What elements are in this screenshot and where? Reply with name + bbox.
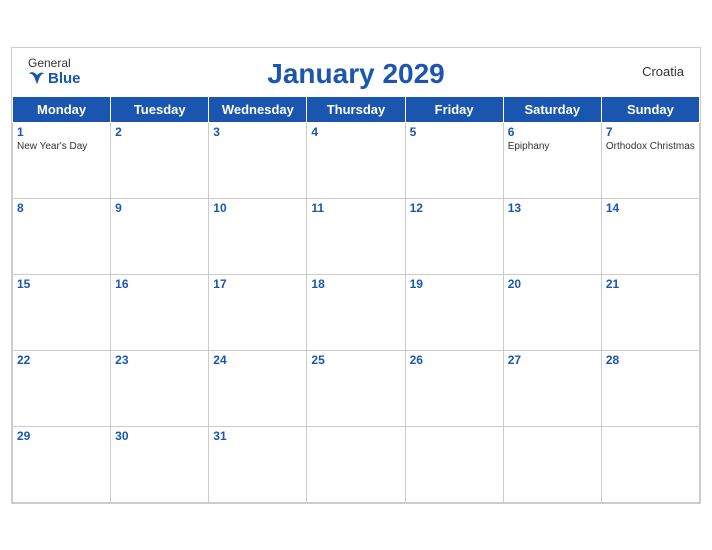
calendar-day-cell: 18: [307, 274, 405, 350]
calendar-week-row: 1 New Year's Day 23456 Epiphany 7 Orthodox Ch…: [13, 122, 700, 198]
day-number: 10: [213, 201, 302, 215]
weekday-header-sunday: Sunday: [601, 96, 699, 122]
calendar-day-cell: 19: [405, 274, 503, 350]
day-number: 2: [115, 125, 204, 139]
day-number: 5: [410, 125, 499, 139]
calendar-day-cell: 7 Orthodox Christmas: [601, 122, 699, 198]
calendar-header: General Blue January 2029 Croatia: [12, 48, 700, 96]
calendar-day-cell: 8: [13, 198, 111, 274]
day-number: 24: [213, 353, 302, 367]
weekday-header-friday: Friday: [405, 96, 503, 122]
day-number: 13: [508, 201, 597, 215]
day-number: 28: [606, 353, 695, 367]
day-number: 22: [17, 353, 106, 367]
weekday-header-tuesday: Tuesday: [111, 96, 209, 122]
calendar-day-cell: 21: [601, 274, 699, 350]
day-number: 19: [410, 277, 499, 291]
day-number: 9: [115, 201, 204, 215]
calendar-week-row: 89 10 11 12 13 14: [13, 198, 700, 274]
calendar-day-cell: 12: [405, 198, 503, 274]
calendar-day-cell: 3: [209, 122, 307, 198]
day-number: 6: [508, 125, 597, 139]
calendar-day-cell: 26: [405, 350, 503, 426]
day-number: 23: [115, 353, 204, 367]
day-number: 27: [508, 353, 597, 367]
calendar-day-cell: 10: [209, 198, 307, 274]
calendar-day-cell: 22: [13, 350, 111, 426]
day-number: 25: [311, 353, 400, 367]
calendar-day-cell: 31: [209, 426, 307, 502]
holiday-label: New Year's Day: [17, 141, 106, 153]
day-number: 1: [17, 125, 106, 139]
calendar-title: January 2029: [267, 58, 444, 90]
logo-bird-icon: [28, 71, 46, 85]
day-number: 17: [213, 277, 302, 291]
day-number: 3: [213, 125, 302, 139]
calendar-table: MondayTuesdayWednesdayThursdayFridaySatu…: [12, 96, 700, 503]
calendar-day-cell: 30: [111, 426, 209, 502]
holiday-label: Orthodox Christmas: [606, 141, 695, 153]
logo-general: General: [28, 56, 71, 70]
calendar-day-cell: [503, 426, 601, 502]
holiday-label: Epiphany: [508, 141, 597, 153]
weekday-header-monday: Monday: [13, 96, 111, 122]
calendar-day-cell: 11: [307, 198, 405, 274]
calendar-day-cell: 13: [503, 198, 601, 274]
day-number: 11: [311, 201, 400, 215]
calendar-day-cell: 15: [13, 274, 111, 350]
calendar-day-cell: 17: [209, 274, 307, 350]
day-number: 8: [17, 201, 106, 215]
calendar-day-cell: 24: [209, 350, 307, 426]
calendar-day-cell: 6 Epiphany: [503, 122, 601, 198]
day-number: 12: [410, 201, 499, 215]
day-number: 15: [17, 277, 106, 291]
day-number: 21: [606, 277, 695, 291]
logo-area: General Blue: [28, 56, 81, 87]
weekday-header-row: MondayTuesdayWednesdayThursdayFridaySatu…: [13, 96, 700, 122]
calendar-week-row: 29 30 31: [13, 426, 700, 502]
calendar-day-cell: [307, 426, 405, 502]
calendar-week-row: 15 16 17 18 19 20 21: [13, 274, 700, 350]
calendar-day-cell: 29: [13, 426, 111, 502]
weekday-header-thursday: Thursday: [307, 96, 405, 122]
calendar-day-cell: [601, 426, 699, 502]
calendar-day-cell: 16: [111, 274, 209, 350]
calendar-day-cell: 20: [503, 274, 601, 350]
day-number: 29: [17, 429, 106, 443]
calendar-day-cell: 28: [601, 350, 699, 426]
calendar-day-cell: 25: [307, 350, 405, 426]
calendar-week-row: 22 23 24 25 26 27 28: [13, 350, 700, 426]
calendar-day-cell: 9: [111, 198, 209, 274]
calendar-day-cell: 1 New Year's Day: [13, 122, 111, 198]
day-number: 26: [410, 353, 499, 367]
day-number: 30: [115, 429, 204, 443]
calendar-day-cell: 23: [111, 350, 209, 426]
day-number: 16: [115, 277, 204, 291]
calendar-container: General Blue January 2029 Croatia Monday…: [11, 47, 701, 504]
day-number: 31: [213, 429, 302, 443]
country-label: Croatia: [642, 64, 684, 79]
calendar-day-cell: 4: [307, 122, 405, 198]
logo-blue: Blue: [28, 70, 81, 87]
calendar-day-cell: 14: [601, 198, 699, 274]
day-number: 4: [311, 125, 400, 139]
calendar-day-cell: 5: [405, 122, 503, 198]
day-number: 7: [606, 125, 695, 139]
day-number: 20: [508, 277, 597, 291]
day-number: 18: [311, 277, 400, 291]
calendar-day-cell: 27: [503, 350, 601, 426]
calendar-day-cell: [405, 426, 503, 502]
weekday-header-saturday: Saturday: [503, 96, 601, 122]
day-number: 14: [606, 201, 695, 215]
weekday-header-wednesday: Wednesday: [209, 96, 307, 122]
calendar-day-cell: 2: [111, 122, 209, 198]
